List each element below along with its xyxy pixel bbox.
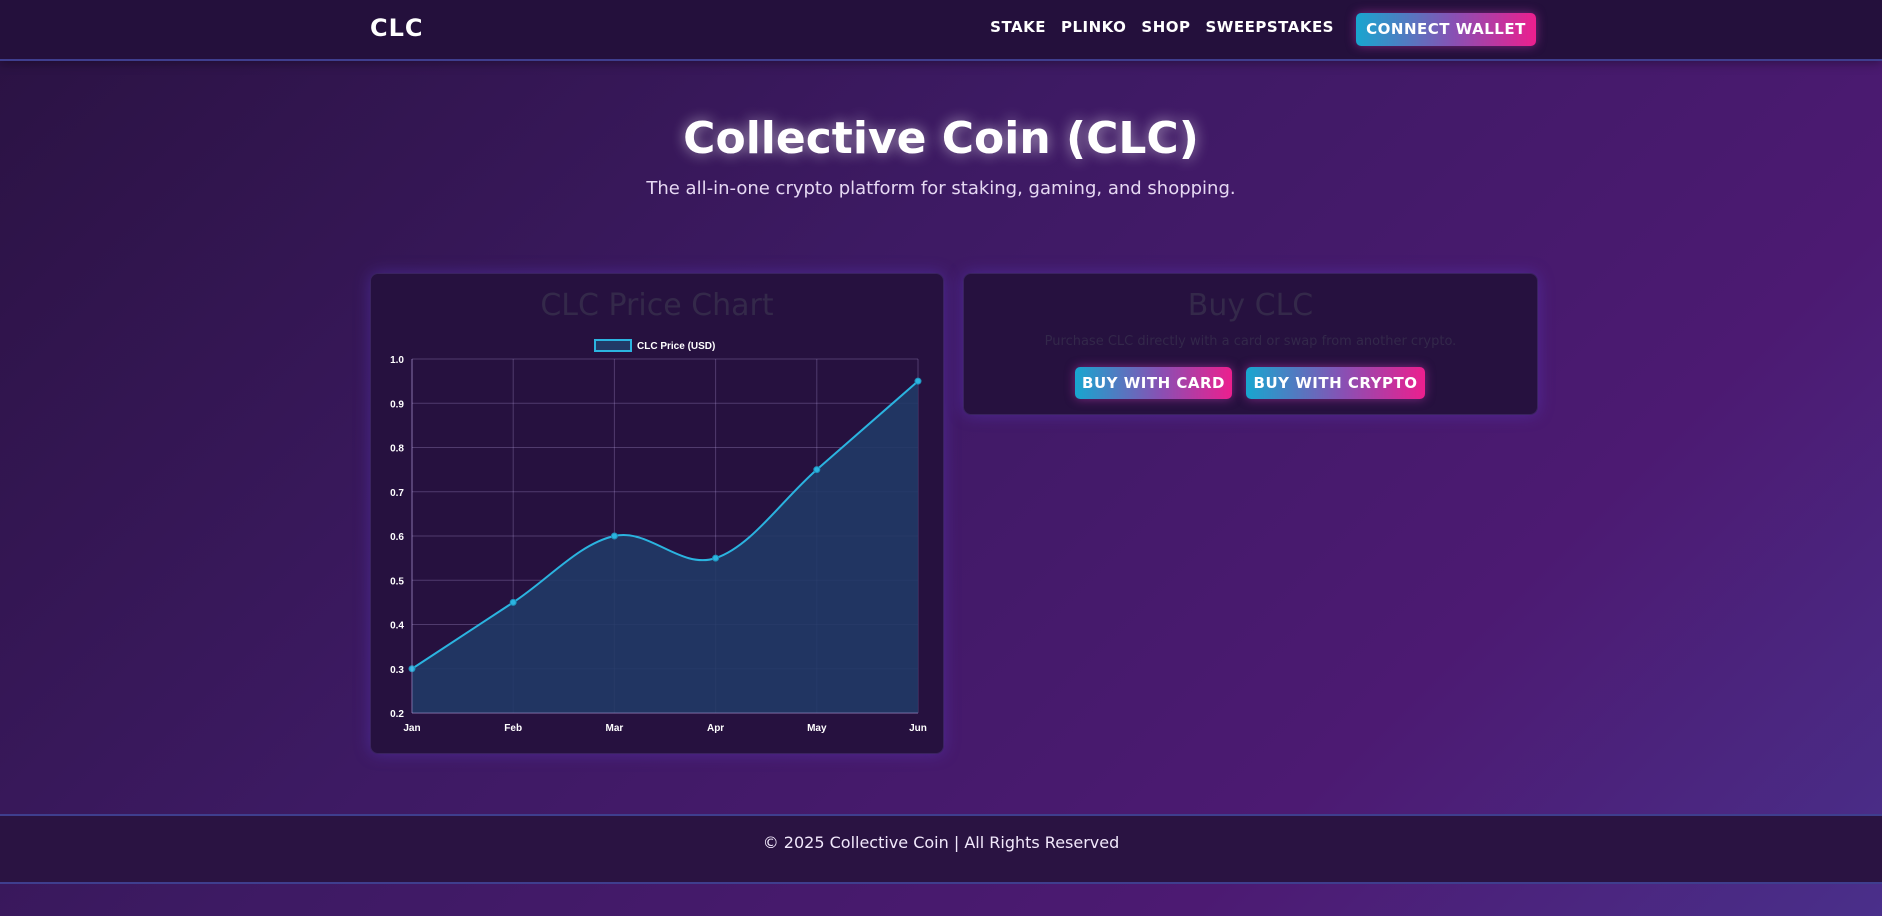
hero-subtitle: The all-in-one crypto platform for staki…: [646, 178, 1236, 199]
data-point: [610, 532, 618, 540]
nav-sweepstakes[interactable]: SWEEPSTAKES: [1206, 18, 1335, 36]
buy-with-crypto-button[interactable]: BUY WITH CRYPTO: [1246, 367, 1425, 399]
connect-wallet-button[interactable]: CONNECT WALLET: [1356, 13, 1536, 46]
logo[interactable]: CLC: [370, 14, 424, 42]
data-point: [712, 554, 720, 562]
y-tick-label: 0.2: [390, 709, 404, 720]
main-nav: STAKE PLINKO SHOP SWEEPSTAKES: [990, 18, 1334, 36]
x-tick-label: May: [807, 723, 827, 734]
footer-copyright: © 2025 Collective Coin | All Rights Rese…: [762, 833, 1120, 852]
price-chart-card: CLC Price Chart 0.2 0.3 0.4 0.5 0.6 0.7 0.8 0.9…: [370, 273, 944, 754]
y-tick-label: 1.0: [390, 355, 404, 366]
y-tick-label: 0.6: [390, 532, 404, 543]
y-tick-label: 0.4: [390, 621, 404, 632]
buy-with-card-button[interactable]: BUY WITH CARD: [1075, 367, 1232, 399]
x-tick-label: Jan: [403, 723, 420, 734]
y-tick-label: 0.3: [390, 665, 404, 676]
x-tick-label: Feb: [504, 723, 522, 734]
x-tick-label: Mar: [606, 723, 624, 734]
hero-title: Collective Coin (CLC): [683, 113, 1199, 164]
y-tick-label: 0.8: [390, 444, 404, 455]
buy-card-description: Purchase CLC directly with a card or swa…: [1044, 334, 1457, 349]
x-tick-label: Apr: [707, 723, 724, 734]
data-point: [914, 377, 922, 385]
data-point: [813, 466, 821, 474]
footer: © 2025 Collective Coin | All Rights Rese…: [0, 814, 1882, 884]
price-chart: 0.2 0.3 0.4 0.5 0.6 0.7 0.8 0.9 1.0 Jan Feb Mar Apr M…: [390, 339, 927, 734]
legend-label: CLC Price (USD): [637, 341, 715, 352]
legend-swatch: [594, 339, 632, 352]
nav-plinko[interactable]: PLINKO: [1061, 18, 1126, 36]
data-point: [509, 598, 517, 606]
top-navbar: CLC STAKE PLINKO SHOP SWEEPSTAKES CONNEC…: [0, 0, 1882, 61]
x-tick-label: Jun: [909, 723, 927, 734]
y-tick-label: 0.7: [390, 488, 404, 499]
y-tick-label: 0.9: [390, 399, 404, 410]
buy-clc-card: Buy CLC Purchase CLC directly with a car…: [963, 273, 1538, 415]
nav-stake[interactable]: STAKE: [990, 18, 1046, 36]
buy-card-title: Buy CLC: [1187, 288, 1314, 323]
y-tick-label: 0.5: [390, 576, 404, 587]
series-area-fill: [412, 381, 918, 713]
nav-shop[interactable]: SHOP: [1141, 18, 1190, 36]
